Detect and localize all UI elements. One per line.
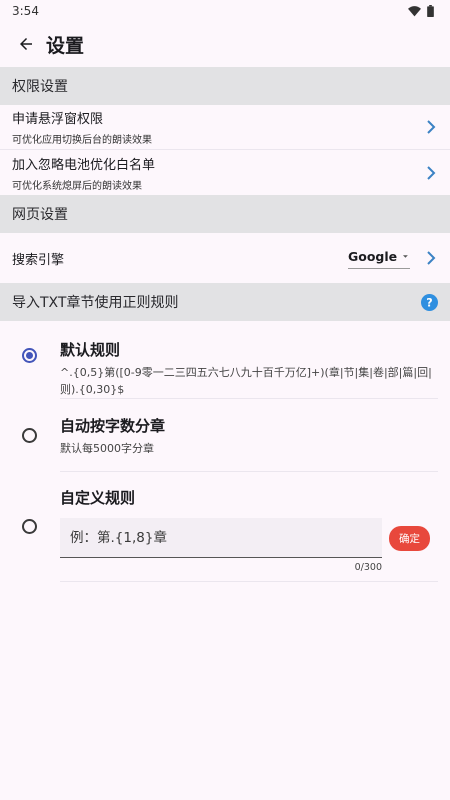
help-icon[interactable]: ? bbox=[421, 293, 438, 311]
status-icons bbox=[408, 5, 434, 17]
page-title: 设置 bbox=[46, 34, 85, 57]
battery-icon bbox=[427, 5, 434, 17]
confirm-button[interactable]: 确定 bbox=[389, 525, 430, 551]
rule-title: 自动按字数分章 bbox=[60, 417, 166, 435]
wifi-icon bbox=[408, 5, 421, 16]
rule-option-word-count[interactable]: 自动按字数分章 默认每5000字分章 bbox=[0, 399, 450, 472]
chevron-right-icon bbox=[424, 120, 438, 134]
chevron-right-icon bbox=[424, 251, 438, 265]
search-engine-dropdown[interactable]: Google bbox=[348, 247, 410, 269]
row-title: 加入忽略电池优化白名单 bbox=[12, 157, 156, 173]
arrow-back-icon bbox=[20, 38, 32, 50]
rule-title: 自定义规则 bbox=[60, 489, 136, 507]
floating-window-permission-item[interactable]: 申请悬浮窗权限 可优化应用切换后台的朗读效果 bbox=[0, 105, 450, 150]
radio-word-count-rule[interactable] bbox=[22, 428, 37, 443]
rule-option-default[interactable]: 默认规则 ^.{0,5}第([0-9零一二三四五六七八九十百千万亿]+)(章|节… bbox=[0, 331, 450, 399]
app-bar: 设置 bbox=[0, 22, 450, 66]
status-time: 3:54 bbox=[12, 4, 39, 18]
svg-text:?: ? bbox=[426, 296, 432, 309]
search-engine-label: 搜索引擎 bbox=[12, 252, 65, 268]
search-engine-row[interactable]: 搜索引擎 Google bbox=[0, 233, 450, 283]
status-bar: 3:54 bbox=[0, 0, 450, 22]
char-counter: 0/300 bbox=[354, 562, 382, 573]
section-header-permissions: 权限设置 bbox=[0, 67, 450, 105]
battery-optimization-item[interactable]: 加入忽略电池优化白名单 可优化系统熄屏后的朗读效果 bbox=[0, 150, 450, 195]
section-title: 网页设置 bbox=[12, 207, 68, 223]
custom-rule-input[interactable] bbox=[60, 518, 382, 558]
radio-custom-rule[interactable] bbox=[22, 519, 37, 534]
search-engine-value: Google bbox=[348, 249, 398, 264]
row-subtitle: 可优化系统熄屏后的朗读效果 bbox=[12, 180, 142, 192]
chevron-right-icon bbox=[424, 165, 438, 180]
rule-option-custom[interactable]: 自定义规则 确定 0/300 bbox=[0, 472, 450, 582]
rule-title: 默认规则 bbox=[60, 341, 121, 359]
rule-regex: ^.{0,5}第([0-9零一二三四五六七八九十百千万亿]+)(章|节|集|卷|… bbox=[60, 366, 432, 396]
rule-description: 默认每5000字分章 bbox=[60, 442, 154, 455]
back-button[interactable] bbox=[14, 32, 38, 56]
row-title: 申请悬浮窗权限 bbox=[12, 112, 104, 127]
row-subtitle: 可优化应用切换后台的朗读效果 bbox=[12, 135, 152, 146]
radio-default-rule[interactable] bbox=[22, 348, 37, 363]
section-header-txt-rules: 导入TXT章节使用正则规则 ? bbox=[0, 283, 450, 321]
dropdown-arrow-icon bbox=[403, 255, 408, 258]
section-title: 权限设置 bbox=[12, 79, 68, 95]
section-header-web: 网页设置 bbox=[0, 195, 450, 233]
section-title: 导入TXT章节使用正则规则 bbox=[12, 295, 179, 311]
